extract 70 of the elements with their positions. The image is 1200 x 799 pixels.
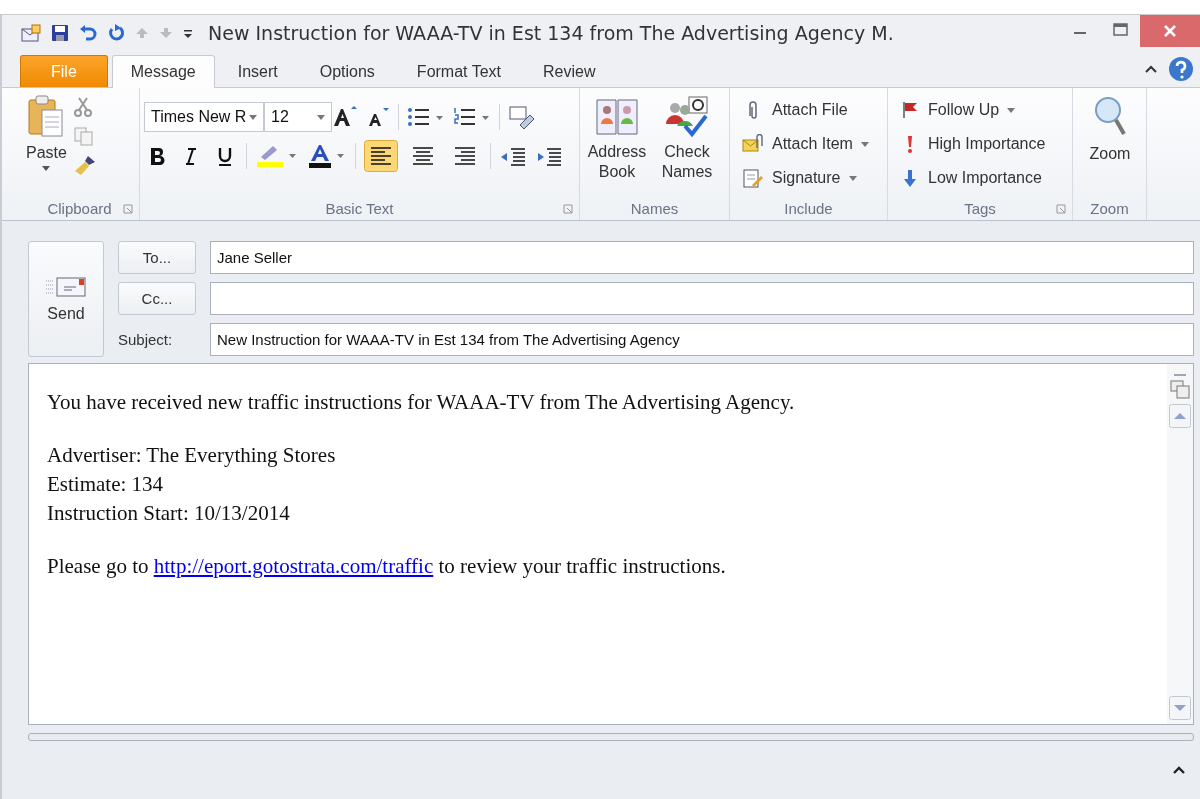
cut-icon[interactable] [72,96,93,118]
horizontal-scrollbar[interactable] [28,733,1194,741]
collapse-ribbon-icon[interactable] [1144,63,1158,75]
ribbon-tab[interactable]: Review [524,55,615,87]
attach-item-button[interactable]: Attach Item [734,128,877,160]
group-label: Include [784,199,833,217]
undo-icon[interactable] [78,23,98,43]
group-label: Tags [964,199,996,217]
group-label: Clipboard [47,199,112,217]
font-size-dropdown[interactable]: 12 [264,102,332,132]
save-icon[interactable] [50,23,70,43]
traffic-link[interactable]: http://eport.gotostrata.com/traffic [153,554,434,578]
paste-button[interactable]: Paste [24,92,69,173]
window-title: New Instruction for WAAA-TV in Est 134 from The Advertising Agency M. [208,22,894,44]
highlight-icon[interactable] [255,143,299,169]
body-line: Advertiser: The Everything Stores [47,442,337,469]
people-check-icon [663,94,711,138]
high-importance-button[interactable]: High Importance [892,128,1054,160]
exclamation-icon [906,134,914,154]
dialog-launcher-icon[interactable] [1056,204,1066,214]
follow-up-button[interactable]: Follow Up [892,94,1024,126]
close-icon[interactable] [1140,15,1200,47]
signature-icon [742,168,764,188]
envelope-clip-icon [742,134,764,154]
flag-icon [900,100,920,120]
attach-file-button[interactable]: Attach File [734,94,856,126]
grow-font-icon[interactable] [332,105,358,129]
low-importance-button[interactable]: Low Importance [892,162,1050,194]
caret-icon [317,114,325,120]
address-book-button[interactable]: Address Book [584,92,650,184]
send-button[interactable]: Send [28,241,104,357]
cc-field[interactable] [210,282,1194,315]
subject-field[interactable]: New Instruction for WAAA-TV in Est 134 from The Advertising Agency [210,323,1194,356]
body-line: Estimate: 134 [47,471,165,498]
to-button[interactable]: To... [118,241,196,274]
bullet-list-icon[interactable] [407,106,445,128]
caret-icon [848,175,857,181]
caret-icon [860,141,869,147]
body-paragraph: You have received new traffic instructions for WAAA-TV from The Advertising Agency. [47,390,796,415]
dialog-launcher-icon[interactable] [123,204,133,214]
envelope-icon [44,275,88,299]
caret-icon [42,166,51,171]
check-names-button[interactable]: Check Names [654,92,720,184]
ribbon-tab[interactable]: Options [300,55,394,87]
font-color-icon[interactable] [307,143,347,169]
message-icon[interactable] [20,23,42,43]
styles-eraser-icon[interactable] [508,105,536,129]
group-label: Basic Text [325,199,394,217]
body-paragraph: Please go to http://eport.gotostrata.com/traffic to review your traffic instructions. [47,554,727,579]
cc-button[interactable]: Cc... [118,282,196,315]
help-icon[interactable] [1168,56,1194,82]
ribbon-tab[interactable]: Insert [218,55,297,87]
align-left-icon[interactable] [364,140,398,172]
ribbon-tab[interactable]: Message [111,55,215,88]
signature-button[interactable]: Signature [734,162,865,194]
subject-label: Subject: [118,331,174,348]
expand-icon[interactable] [1172,765,1186,775]
to-field[interactable]: Jane Seller [210,241,1194,274]
font-dropdown[interactable]: Times New R [144,102,264,132]
shrink-font-icon[interactable] [366,105,390,129]
caret-icon [1007,107,1016,113]
body-line: Instruction Start: 10/13/2014 [47,500,291,527]
dialog-launcher-icon[interactable] [563,204,573,214]
numbered-list-icon[interactable] [453,106,491,128]
group-label: Zoom [1090,199,1129,217]
caret-icon [249,114,257,120]
zoom-button[interactable]: Zoom [1077,92,1143,166]
redo-icon[interactable] [106,23,126,43]
ribbon-tab[interactable]: Format Text [397,55,521,87]
group-label: Names [630,199,679,217]
